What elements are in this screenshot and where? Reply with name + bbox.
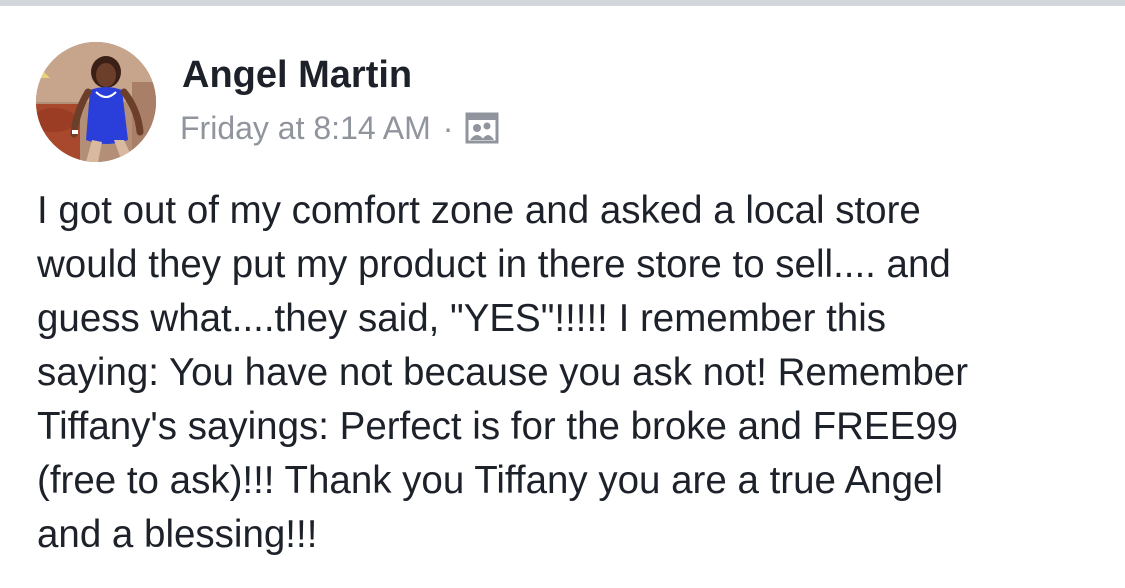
post-meta: Friday at 8:14 AM · xyxy=(180,108,499,148)
post-text: I got out of my comfort zone and asked a… xyxy=(37,189,969,556)
meta-separator: · xyxy=(442,109,454,146)
feed-divider xyxy=(0,0,1125,6)
friends-audience-icon[interactable] xyxy=(465,111,499,145)
author-name[interactable]: Angel Martin xyxy=(182,52,412,98)
user-avatar-photo-icon xyxy=(36,42,156,162)
post-timestamp[interactable]: Friday at 8:14 AM xyxy=(180,110,431,147)
avatar[interactable] xyxy=(36,42,156,162)
